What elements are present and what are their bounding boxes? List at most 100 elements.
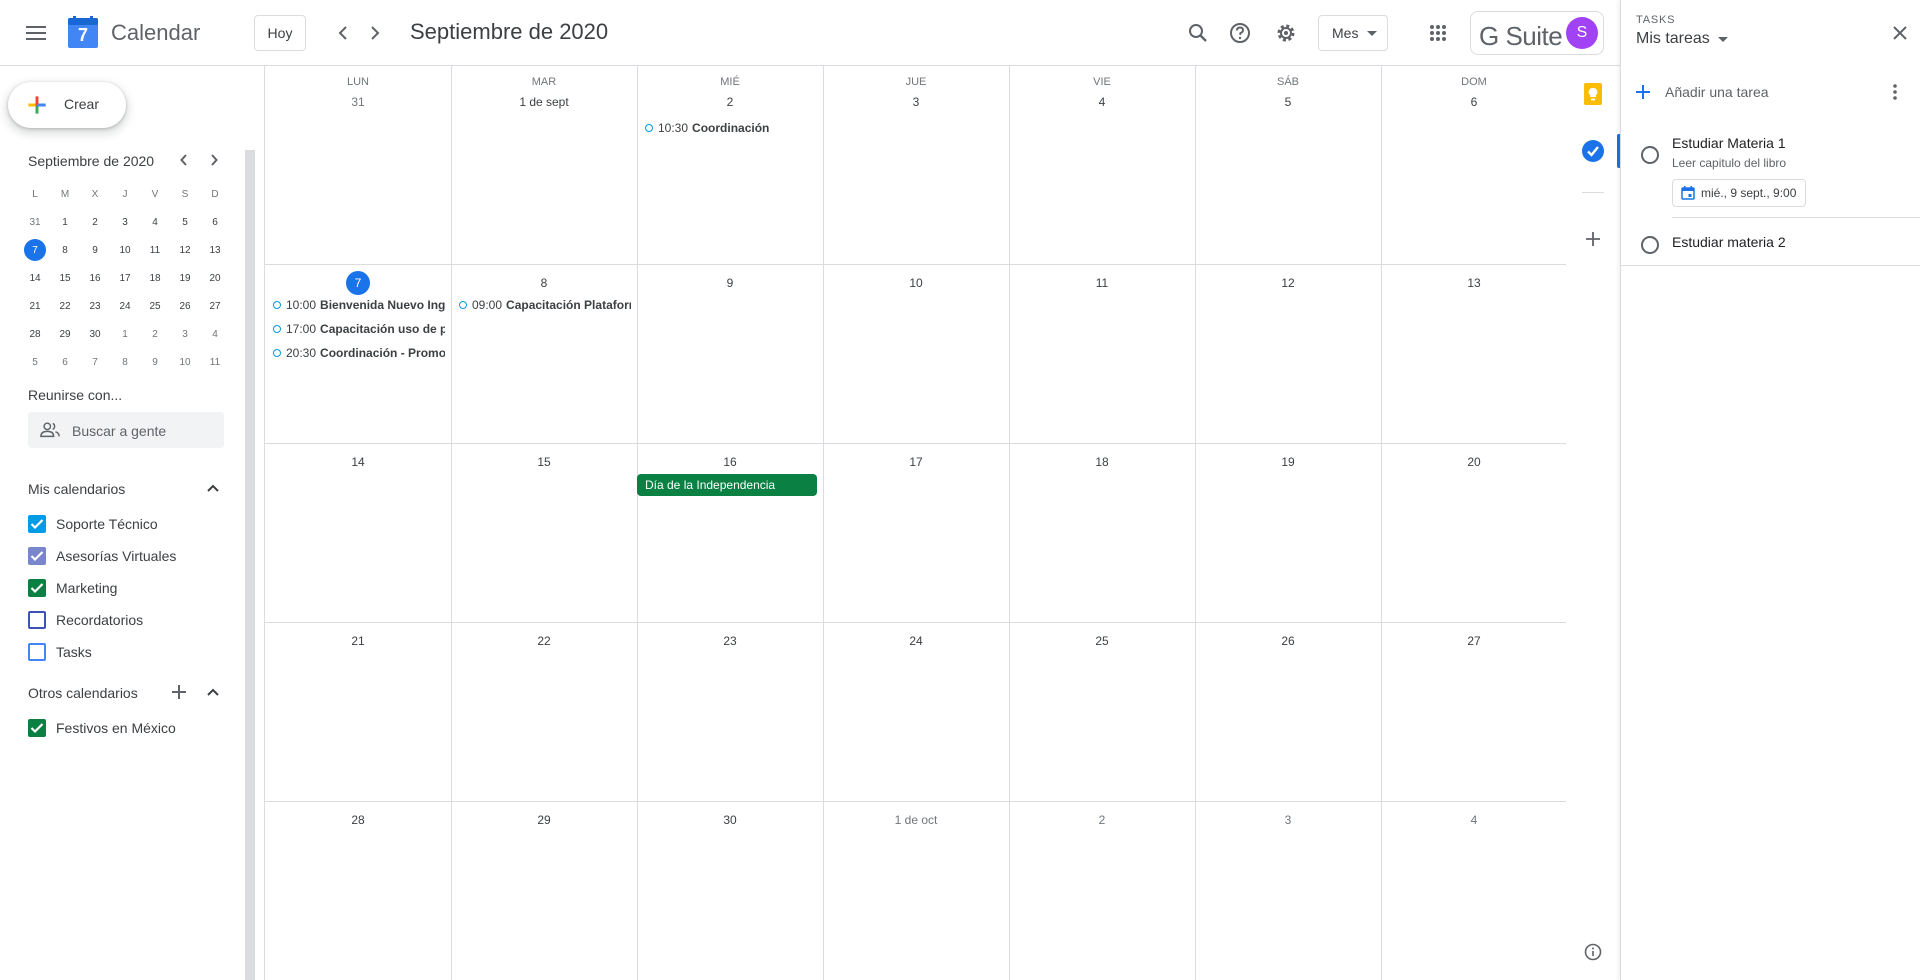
apps-grid-icon[interactable] [1422, 17, 1454, 49]
mini-day[interactable]: 27 [200, 292, 230, 320]
add-icon[interactable] [1579, 225, 1607, 253]
mini-day[interactable]: 3 [170, 320, 200, 348]
checkbox-checked-icon[interactable] [28, 579, 46, 597]
day-number[interactable]: 1 de oct [823, 813, 1009, 827]
prev-period-icon[interactable] [328, 18, 358, 48]
task-title[interactable]: Estudiar materia 2 [1672, 234, 1786, 250]
day-number[interactable]: 29 [451, 813, 637, 827]
people-search-input[interactable]: Buscar a gente [28, 412, 224, 448]
gsuite-account-chip[interactable]: G Suite S [1470, 11, 1604, 55]
chevron-up-icon[interactable] [202, 681, 224, 703]
calendar-list-item[interactable]: Festivos en México [28, 716, 176, 740]
allday-event[interactable]: Día de la Independencia [637, 474, 817, 496]
mini-day[interactable]: 26 [170, 292, 200, 320]
info-icon[interactable] [1579, 938, 1607, 966]
mini-day[interactable]: 25 [140, 292, 170, 320]
mini-day[interactable]: 18 [140, 264, 170, 292]
day-number[interactable]: 6 [1381, 95, 1567, 109]
day-number[interactable]: 13 [1381, 276, 1567, 290]
day-number[interactable]: 20 [1381, 455, 1567, 469]
day-number[interactable]: 4 [1009, 95, 1195, 109]
day-number[interactable]: 9 [637, 276, 823, 290]
mini-day[interactable]: 23 [80, 292, 110, 320]
avatar[interactable]: S [1566, 17, 1598, 49]
mini-day[interactable]: 13 [200, 236, 230, 264]
day-number[interactable]: 25 [1009, 634, 1195, 648]
day-number[interactable]: 19 [1195, 455, 1381, 469]
mini-day[interactable]: 3 [110, 208, 140, 236]
mini-day[interactable]: 22 [50, 292, 80, 320]
calendar-list-item[interactable]: Marketing [28, 576, 117, 600]
checkbox-checked-icon[interactable] [28, 515, 46, 533]
calendar-list-item[interactable]: Recordatorios [28, 608, 143, 632]
calendar-event[interactable]: 10:30 Coordinación [645, 118, 817, 138]
checkbox-empty-icon[interactable] [28, 611, 46, 629]
day-number[interactable]: 18 [1009, 455, 1195, 469]
day-number[interactable]: 17 [823, 455, 1009, 469]
day-number-today[interactable]: 7 [346, 271, 370, 295]
settings-gear-icon[interactable] [1270, 17, 1302, 49]
help-icon[interactable] [1224, 17, 1256, 49]
mini-day[interactable]: 19 [170, 264, 200, 292]
task-list-selector[interactable]: Mis tareas [1636, 30, 1728, 48]
sidebar-scrollbar[interactable] [245, 150, 255, 980]
task-complete-radio[interactable] [1641, 146, 1659, 164]
mini-day[interactable]: 7 [20, 236, 50, 264]
mini-prev-month-icon[interactable] [172, 148, 196, 172]
day-number[interactable]: 23 [637, 634, 823, 648]
day-number[interactable]: 16 [637, 455, 823, 469]
day-number[interactable]: 27 [1381, 634, 1567, 648]
mini-day[interactable]: 28 [20, 320, 50, 348]
more-options-icon[interactable] [1883, 80, 1907, 104]
day-number[interactable]: 30 [637, 813, 823, 827]
day-number[interactable]: 2 [1009, 813, 1195, 827]
day-number[interactable]: 5 [1195, 95, 1381, 109]
keep-icon[interactable] [1579, 80, 1607, 108]
add-calendar-icon[interactable] [168, 681, 190, 703]
day-number[interactable]: 15 [451, 455, 637, 469]
mini-day[interactable]: 29 [50, 320, 80, 348]
day-number[interactable]: 4 [1381, 813, 1567, 827]
checkbox-empty-icon[interactable] [28, 643, 46, 661]
mini-day[interactable]: 11 [200, 348, 230, 376]
day-number[interactable]: 2 [637, 95, 823, 109]
mini-day[interactable]: 5 [170, 208, 200, 236]
view-selector-dropdown[interactable]: Mes [1318, 15, 1388, 51]
mini-next-month-icon[interactable] [202, 148, 226, 172]
mini-day[interactable]: 21 [20, 292, 50, 320]
mini-day[interactable]: 8 [50, 236, 80, 264]
mini-day[interactable]: 2 [80, 208, 110, 236]
calendar-list-item[interactable]: Soporte Técnico [28, 512, 158, 536]
calendar-event[interactable]: 10:00Bienvenida Nuevo Ingreso [273, 295, 445, 315]
chevron-up-icon[interactable] [202, 477, 224, 499]
next-period-icon[interactable] [360, 18, 390, 48]
mini-day[interactable]: 6 [50, 348, 80, 376]
mini-day[interactable]: 9 [80, 236, 110, 264]
mini-day[interactable]: 30 [80, 320, 110, 348]
day-number[interactable]: 1 de sept [451, 95, 637, 109]
day-number[interactable]: 12 [1195, 276, 1381, 290]
mini-day[interactable]: 1 [110, 320, 140, 348]
calendar-event[interactable]: 20:30Coordinación - Promoción [273, 343, 445, 363]
search-icon[interactable] [1182, 17, 1214, 49]
other-calendars-title[interactable]: Otros calendarios [28, 685, 138, 701]
day-number[interactable]: 10 [823, 276, 1009, 290]
my-calendars-title[interactable]: Mis calendarios [28, 481, 125, 497]
mini-day[interactable]: 12 [170, 236, 200, 264]
mini-day[interactable]: 7 [80, 348, 110, 376]
mini-day[interactable]: 31 [20, 208, 50, 236]
mini-day[interactable]: 24 [110, 292, 140, 320]
create-button[interactable]: Crear [8, 82, 126, 128]
day-number[interactable]: 8 [451, 276, 637, 290]
mini-day[interactable]: 4 [200, 320, 230, 348]
today-button[interactable]: Hoy [254, 15, 306, 51]
add-task-button[interactable]: Añadir una tarea [1635, 80, 1769, 104]
mini-day[interactable]: 4 [140, 208, 170, 236]
mini-day[interactable]: 5 [20, 348, 50, 376]
day-number[interactable]: 3 [1195, 813, 1381, 827]
mini-day[interactable]: 10 [110, 236, 140, 264]
calendar-event[interactable]: 17:00Capacitación uso de plataforma [273, 319, 445, 339]
calendar-event[interactable]: 09:00Capacitación Plataforma [459, 295, 631, 315]
checkbox-checked-icon[interactable] [28, 547, 46, 565]
mini-day[interactable]: 16 [80, 264, 110, 292]
